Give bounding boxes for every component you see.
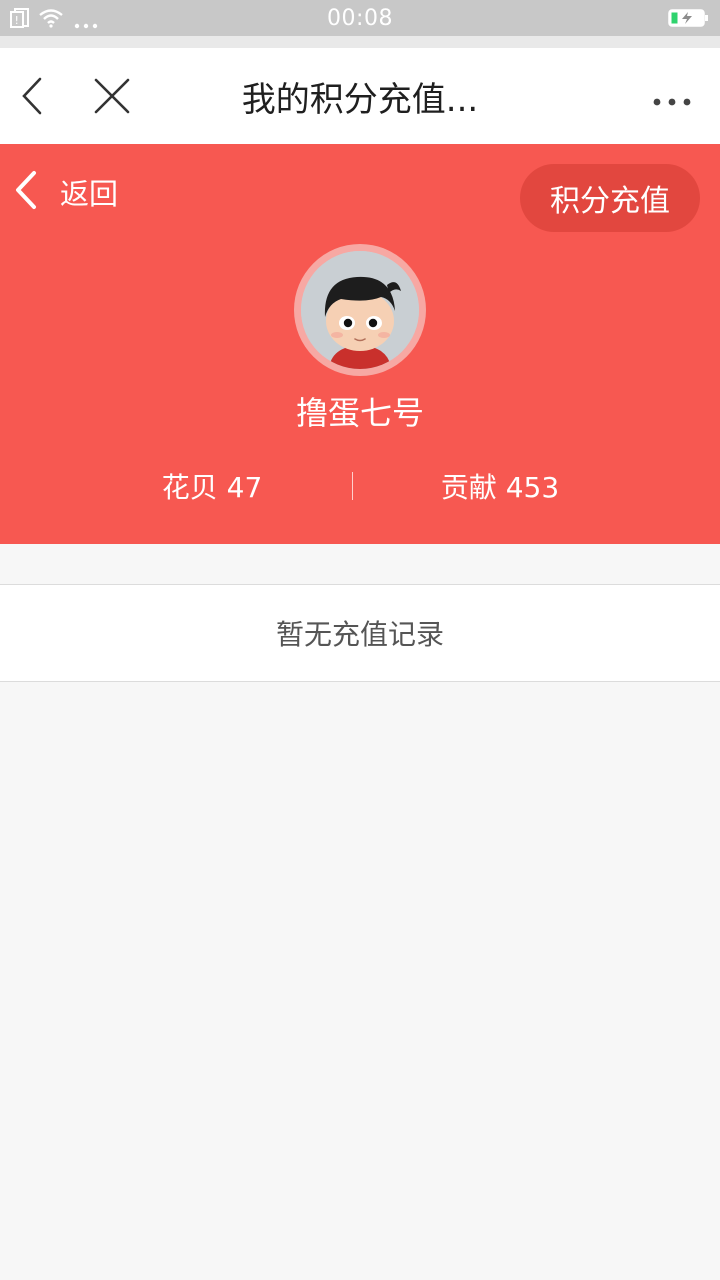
avatar-cartoon <box>301 251 419 369</box>
avatar[interactable] <box>294 244 426 376</box>
app-nav-bar: 我的积分充值... <box>0 48 720 144</box>
points-recharge-button[interactable]: 积分充值 <box>520 164 700 232</box>
back-label: 返回 <box>60 177 119 211</box>
back-button[interactable]: 返回 <box>14 170 118 214</box>
username: 撸蛋七号 <box>295 394 424 432</box>
stat-label: 花贝 <box>161 471 218 504</box>
empty-message: 暂无充值记录 <box>275 618 444 651</box>
profile-header: 返回 积分充值 撸蛋七号 花贝 47 贡献 453 <box>0 144 720 544</box>
close-icon[interactable] <box>92 76 132 120</box>
stat-gongxian: 贡献 453 <box>320 466 680 506</box>
battery-charging-icon <box>668 8 710 32</box>
status-time: 00:08 <box>327 6 393 31</box>
stat-value: 453 <box>505 471 560 504</box>
more-menu-button[interactable] <box>652 92 692 111</box>
status-gap <box>0 36 720 48</box>
stat-label: 贡献 <box>440 471 497 504</box>
page-title: 我的积分充值... <box>241 80 479 120</box>
back-arrow-icon <box>14 170 38 214</box>
status-bar: ! 00:08 <box>0 0 720 36</box>
recharge-records-empty: 暂无充值记录 <box>0 584 720 682</box>
stat-value: 47 <box>226 471 263 504</box>
back-chevron-icon[interactable] <box>18 76 46 120</box>
